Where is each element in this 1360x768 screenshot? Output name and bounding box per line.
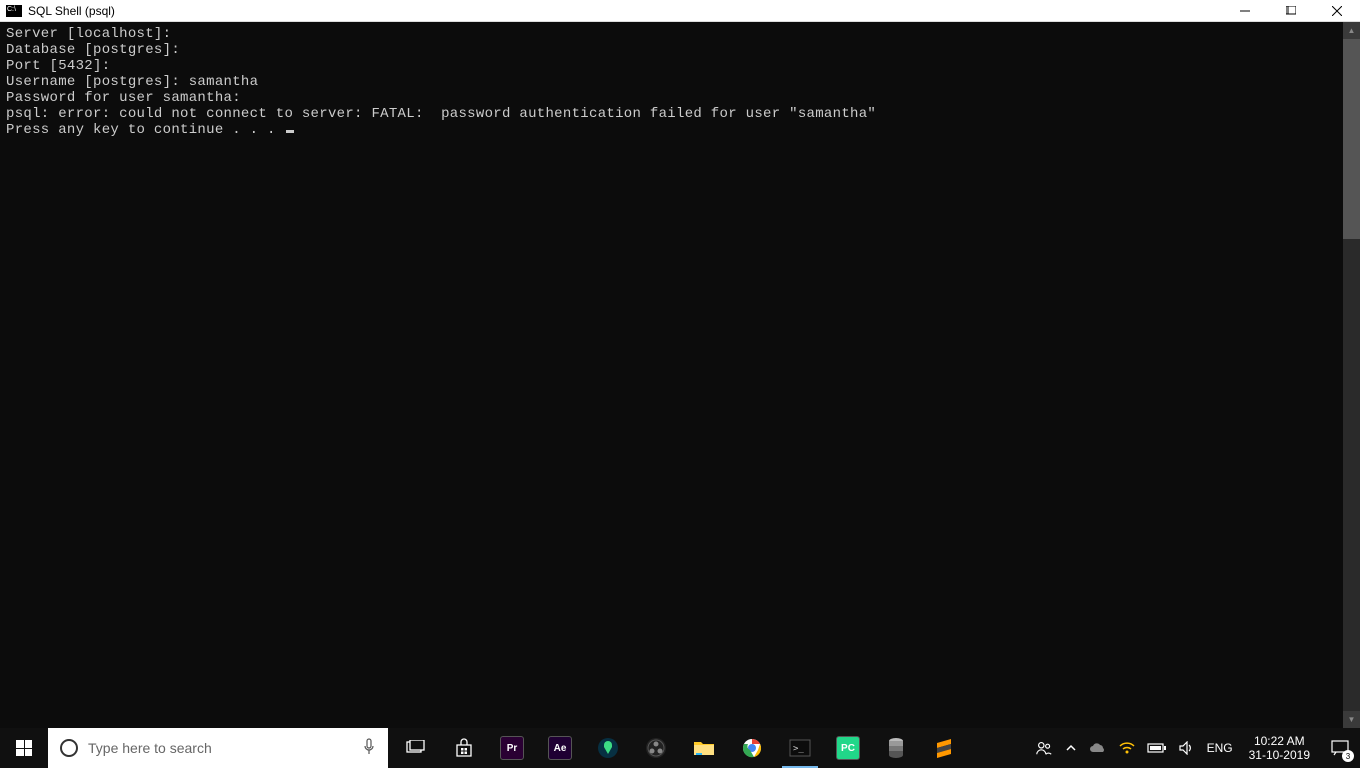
taskbar-app-file-explorer[interactable] [680, 728, 728, 768]
scroll-up-arrow[interactable]: ▲ [1343, 22, 1360, 39]
taskbar-app-android-studio[interactable] [584, 728, 632, 768]
tray-chevron-icon[interactable] [1059, 728, 1083, 768]
taskbar-app-database[interactable] [872, 728, 920, 768]
search-box[interactable]: Type here to search [48, 728, 388, 768]
terminal-line: Database [postgres]: [6, 42, 1337, 58]
maximize-button[interactable] [1268, 0, 1314, 21]
scrollbar[interactable]: ▲ ▼ [1343, 22, 1360, 728]
taskbar-app-obs[interactable] [632, 728, 680, 768]
terminal-line: Server [localhost]: [6, 26, 1337, 42]
search-placeholder: Type here to search [88, 740, 212, 756]
windows-logo-icon [16, 740, 32, 756]
window-controls [1222, 0, 1360, 21]
window-title: SQL Shell (psql) [28, 4, 115, 18]
taskbar-apps: PrAe >_ PC [392, 728, 968, 768]
terminal-line: Press any key to continue . . . [6, 122, 1337, 138]
titlebar[interactable]: SQL Shell (psql) [0, 0, 1360, 22]
language-indicator[interactable]: ENG [1201, 728, 1239, 768]
taskbar-app-pycharm[interactable]: PC [824, 728, 872, 768]
taskbar-app-after-effects[interactable]: Ae [536, 728, 584, 768]
svg-text:>_: >_ [793, 744, 804, 754]
microphone-icon[interactable] [362, 738, 376, 759]
terminal-line: Port [5432]: [6, 58, 1337, 74]
taskbar-app-task-view[interactable] [392, 728, 440, 768]
start-button[interactable] [0, 728, 48, 768]
cursor [286, 130, 294, 133]
app-window: SQL Shell (psql) Server [localhost]:Data… [0, 0, 1360, 728]
taskbar-app-sublime[interactable] [920, 728, 968, 768]
taskbar-app-cmd[interactable]: >_ [776, 728, 824, 768]
clock-date: 31-10-2019 [1249, 748, 1310, 762]
terminal-output[interactable]: Server [localhost]:Database [postgres]:P… [0, 22, 1343, 728]
action-center-icon[interactable]: 3 [1320, 728, 1360, 768]
taskbar-app-chrome[interactable] [728, 728, 776, 768]
clock[interactable]: 10:22 AM 31-10-2019 [1239, 734, 1320, 762]
system-tray: ENG 10:22 AM 31-10-2019 3 [1029, 728, 1360, 768]
onedrive-icon[interactable] [1083, 728, 1113, 768]
app-icon [6, 5, 22, 17]
close-button[interactable] [1314, 0, 1360, 21]
cortana-icon [60, 739, 78, 757]
terminal-line: Username [postgres]: samantha [6, 74, 1337, 90]
battery-icon[interactable] [1141, 728, 1173, 768]
volume-icon[interactable] [1173, 728, 1201, 768]
people-icon[interactable] [1029, 728, 1059, 768]
scroll-down-arrow[interactable]: ▼ [1343, 711, 1360, 728]
minimize-button[interactable] [1222, 0, 1268, 21]
wifi-icon[interactable] [1113, 728, 1141, 768]
taskbar: Type here to search PrAe >_ PC ENG 10:22 A… [0, 728, 1360, 768]
terminal-area: Server [localhost]:Database [postgres]:P… [0, 22, 1360, 728]
scroll-thumb[interactable] [1343, 39, 1360, 239]
notification-badge: 3 [1342, 750, 1354, 762]
terminal-line: Password for user samantha: [6, 90, 1337, 106]
taskbar-app-premiere[interactable]: Pr [488, 728, 536, 768]
clock-time: 10:22 AM [1249, 734, 1310, 748]
taskbar-app-microsoft-store[interactable] [440, 728, 488, 768]
terminal-line: psql: error: could not connect to server… [6, 106, 1337, 122]
